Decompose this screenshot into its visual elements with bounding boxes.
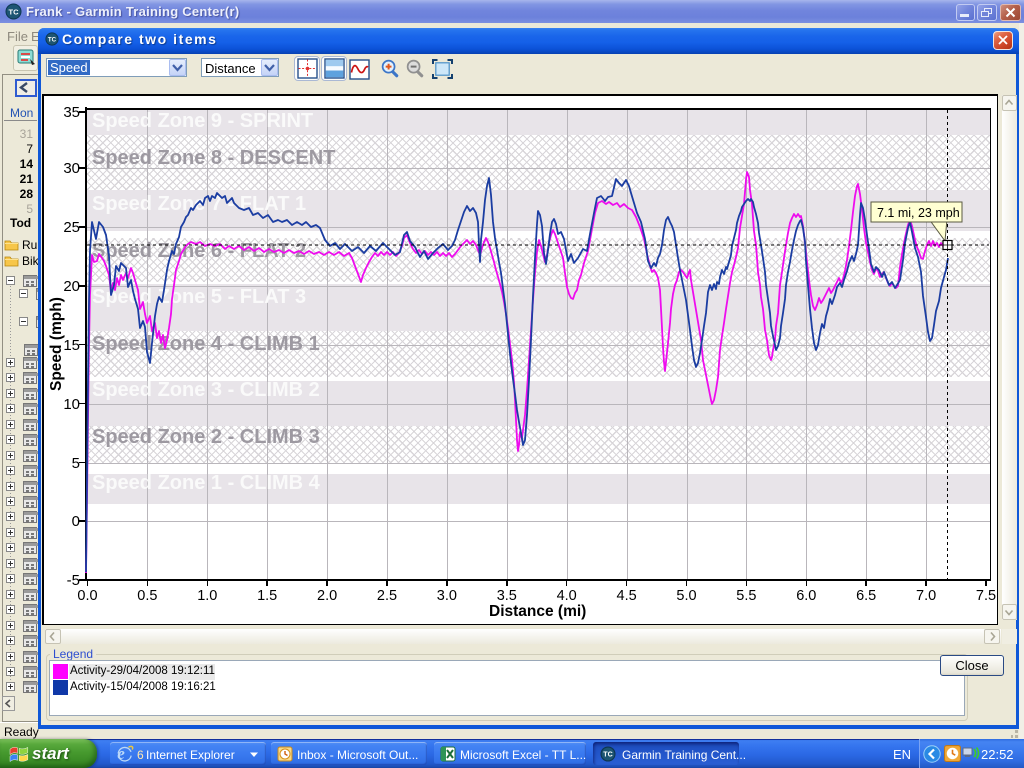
svg-text:TC: TC [9, 7, 20, 16]
svg-text:TC: TC [603, 752, 612, 759]
svg-text:TC: TC [48, 36, 57, 43]
svg-text:7.1 mi, 23 mph: 7.1 mi, 23 mph [877, 206, 960, 220]
